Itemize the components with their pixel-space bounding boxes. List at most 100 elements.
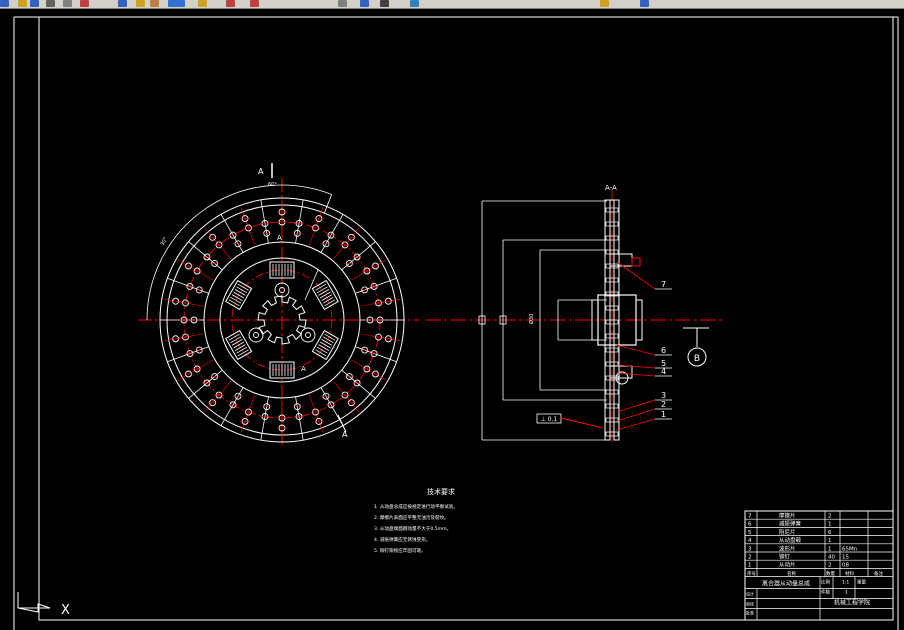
clutch-disc-section-view xyxy=(425,190,725,445)
front-spring-window xyxy=(225,279,253,311)
section-label-mid-b: A xyxy=(301,365,306,373)
angle-label-1: 60° xyxy=(268,182,277,188)
spring-coil xyxy=(324,333,336,341)
parts-cell-no: 4 xyxy=(748,538,752,544)
tech-requirement-item: 4. 减振弹簧应无锈蚀变形。 xyxy=(374,536,430,543)
balloon-label: 4 xyxy=(661,367,666,376)
print-icon[interactable] xyxy=(46,0,55,7)
hub-dimension: Ø30 xyxy=(528,314,535,324)
preview-icon[interactable] xyxy=(63,0,72,7)
spring-coil xyxy=(319,291,331,299)
parts-cell-no: 6 xyxy=(748,522,752,528)
front-segment-center xyxy=(309,207,324,245)
front-spring-window xyxy=(269,261,295,279)
spring-coil xyxy=(233,341,245,349)
spring-coil xyxy=(230,336,242,344)
front-spring-window xyxy=(225,329,253,361)
section-spring-cap xyxy=(631,257,641,267)
section-label-top: A xyxy=(258,167,264,176)
ucs-icon: X xyxy=(17,592,70,618)
balloon-leader xyxy=(616,399,656,413)
zoom-window-icon[interactable] xyxy=(250,0,259,7)
tolerance-value: ⊥ 0.1 xyxy=(541,416,558,423)
parts-cell-qty: 2 xyxy=(828,514,832,520)
front-segment-center xyxy=(351,259,387,281)
front-spring-window xyxy=(311,329,339,361)
front-spring-window xyxy=(269,361,295,379)
section-label-mid-a: A xyxy=(277,234,282,242)
spring-coil xyxy=(321,339,333,346)
parts-cell-name: 阻尼片 xyxy=(779,528,796,536)
spring-coil xyxy=(234,344,246,351)
parts-cell-no: 3 xyxy=(748,546,752,552)
parts-cell-name: 波形片 xyxy=(779,544,796,552)
help-icon[interactable] xyxy=(640,0,649,7)
zoom-icon[interactable] xyxy=(226,0,235,7)
parts-cell-qty: 1 xyxy=(828,546,832,552)
spring-coil xyxy=(322,336,334,344)
spring-coil xyxy=(315,349,327,357)
copy-icon[interactable] xyxy=(118,0,127,7)
design-center-icon[interactable] xyxy=(380,0,389,7)
parts-cell-qty: 2 xyxy=(828,563,832,569)
zoom-previous-icon[interactable] xyxy=(338,0,347,7)
open-icon[interactable] xyxy=(18,0,27,7)
cad-drawing-canvas[interactable]: A A A A 60° 30° A-A Ø30 7654321 B ⊥ 0.1 … xyxy=(0,9,904,630)
front-segment-center xyxy=(177,359,213,381)
parts-header-name: 名称 xyxy=(787,570,796,577)
parts-cell-qty: 40 xyxy=(828,555,835,561)
section-view-title: A-A xyxy=(605,184,617,192)
layer-icon[interactable] xyxy=(600,0,609,7)
tool-palette-icon[interactable] xyxy=(410,0,419,7)
cut-icon[interactable] xyxy=(80,0,89,7)
spring-coil xyxy=(316,346,328,354)
tech-requirement-item: 5. 铆钉铆接应牢固可靠。 xyxy=(374,547,426,554)
spring-coil xyxy=(318,289,330,296)
spring-coil xyxy=(324,299,336,307)
sheet-value: 1 xyxy=(845,590,848,596)
parts-cell-qty: 1 xyxy=(828,538,832,544)
spring-coil xyxy=(319,341,331,349)
parts-cell-no: 2 xyxy=(748,555,752,561)
new-icon[interactable] xyxy=(0,0,9,7)
parts-cell-material: 15 xyxy=(842,555,849,561)
tech-requirements-list: 1. 从动盘总成应按规定进行动平衡试验。 2. 摩擦片表面应平整无油污及裂纹。 3.… xyxy=(374,503,458,554)
designer-label: 设计 xyxy=(746,591,754,597)
redo-icon[interactable] xyxy=(176,0,185,7)
spring-coil xyxy=(236,286,248,294)
save-icon[interactable] xyxy=(30,0,39,7)
parts-header-material: 材料 xyxy=(845,570,854,577)
parts-cell-material: 65Mn xyxy=(842,546,858,552)
approver-label: 批准 xyxy=(746,610,754,616)
properties-icon[interactable] xyxy=(360,0,369,7)
spring-coil xyxy=(234,289,246,296)
front-damper-pin xyxy=(253,332,259,338)
balloon-label: 2 xyxy=(661,400,666,409)
front-damper-hole xyxy=(300,327,316,343)
parts-cell-name: 摩擦片 xyxy=(779,512,796,520)
pan-icon[interactable] xyxy=(198,0,207,7)
balloon-leader xyxy=(616,372,656,377)
spring-coil xyxy=(228,333,240,341)
parts-cell-qty: 6 xyxy=(828,530,832,536)
spring-coil xyxy=(231,294,243,301)
spring-coil xyxy=(236,346,248,354)
spring-coil xyxy=(237,349,249,357)
balloon-label: 3 xyxy=(661,391,666,400)
spring-coil xyxy=(321,294,333,301)
spring-coil xyxy=(318,344,330,351)
front-segment-center xyxy=(351,359,387,381)
paste-icon[interactable] xyxy=(136,0,145,7)
match-icon[interactable] xyxy=(150,0,159,7)
parts-header-no: 序号 xyxy=(747,570,756,577)
spring-coil xyxy=(322,296,334,304)
tolerance-leader xyxy=(560,417,604,429)
weight-label: 重量 xyxy=(857,579,866,586)
ucs-x-label: X xyxy=(61,603,70,618)
parts-cell-no: 5 xyxy=(748,530,752,536)
front-segment-center xyxy=(309,395,324,433)
clutch-disc-front-view xyxy=(138,163,420,445)
spring-coil xyxy=(231,339,243,346)
spring-coil xyxy=(316,286,328,294)
tech-requirement-item: 1. 从动盘总成应按规定进行动平衡试验。 xyxy=(374,503,458,510)
